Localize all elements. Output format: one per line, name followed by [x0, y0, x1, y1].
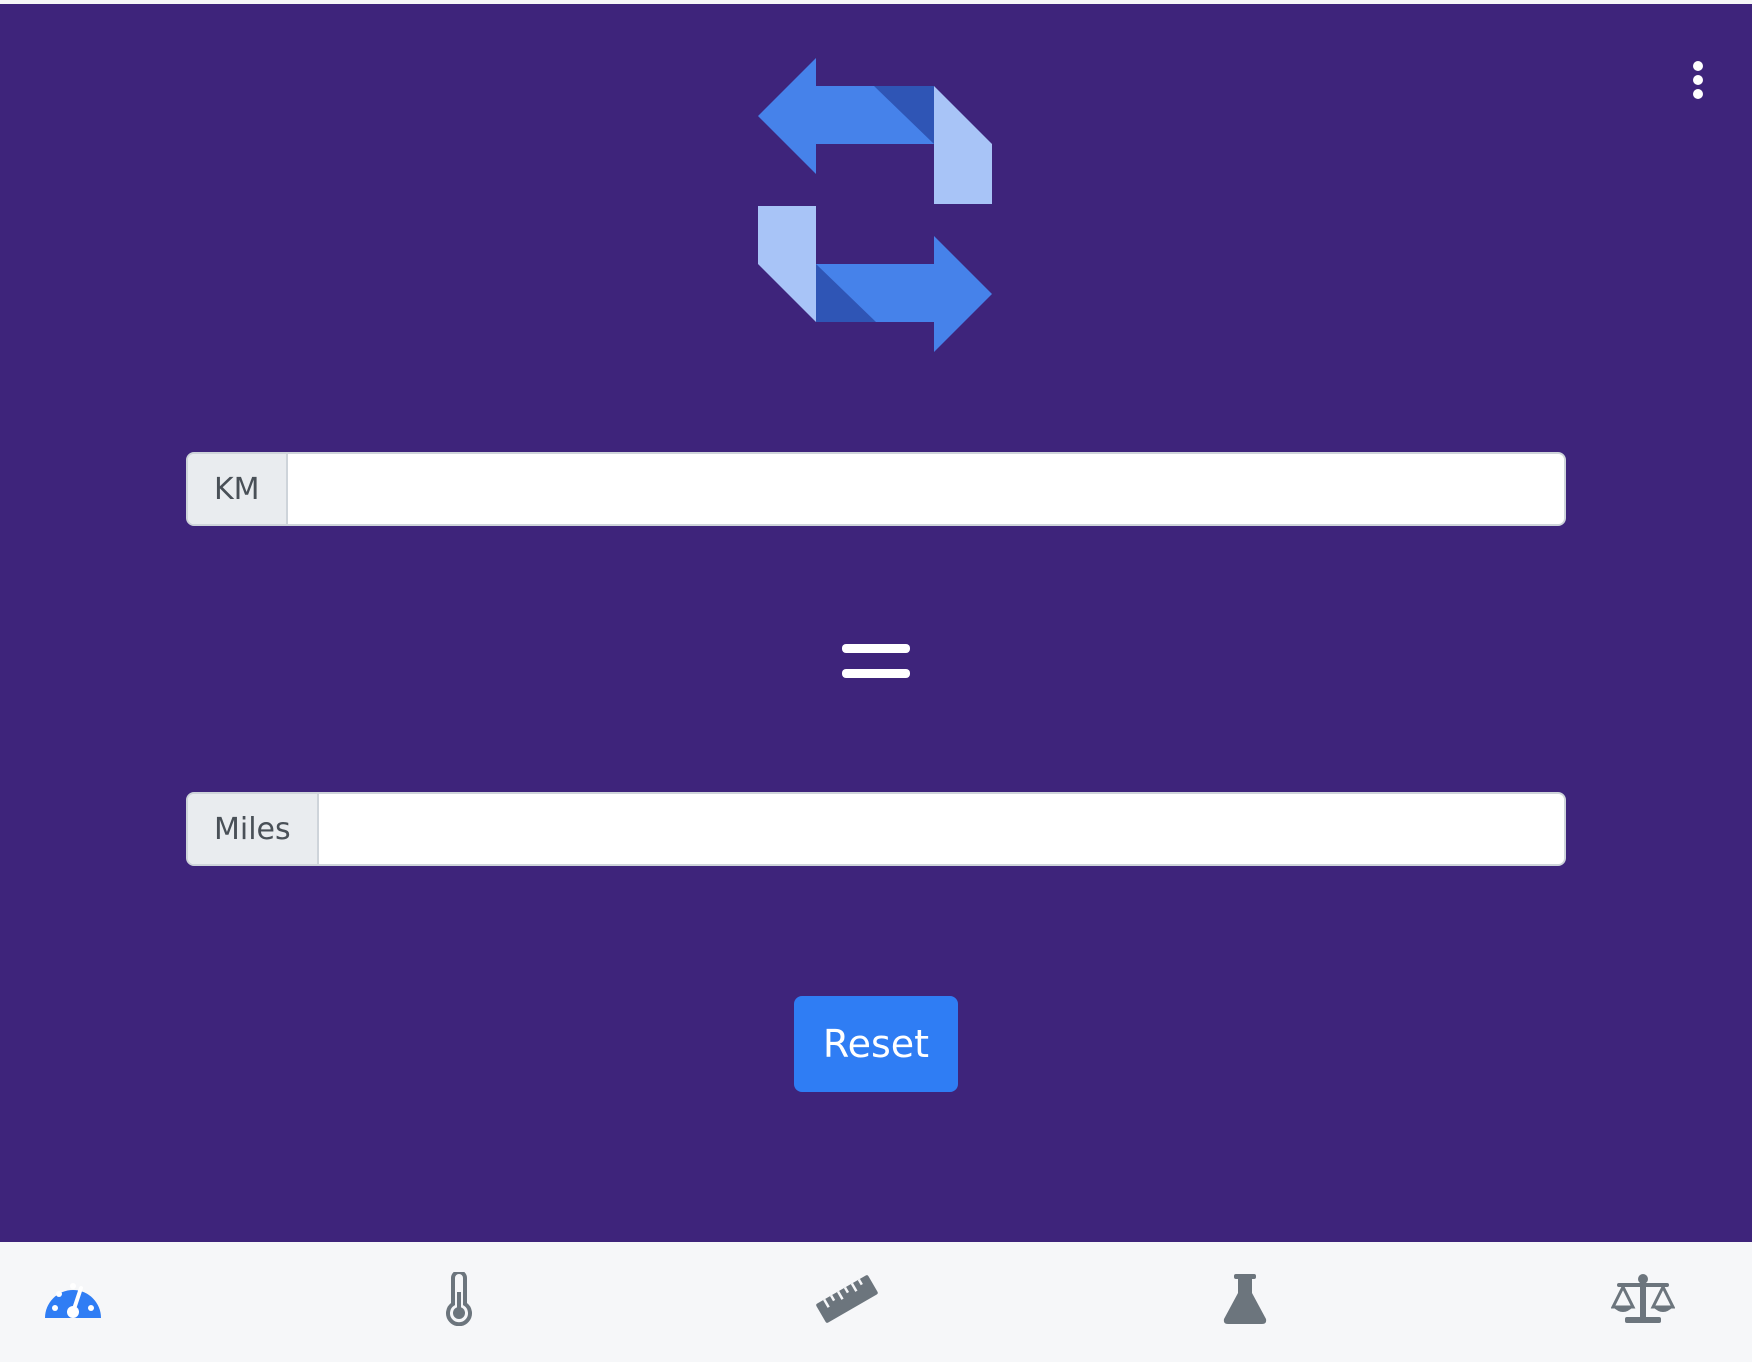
nav-weight[interactable]	[1608, 1264, 1678, 1334]
speedometer-icon	[45, 1283, 101, 1318]
thermometer-icon	[446, 1272, 472, 1326]
converter-app: KM Miles Reset	[0, 0, 1752, 1362]
km-input-group: KM	[186, 452, 1566, 526]
main-panel: KM Miles Reset	[0, 4, 1752, 1242]
reset-button[interactable]: Reset	[794, 996, 958, 1092]
nav-speed[interactable]	[38, 1264, 108, 1334]
km-input[interactable]	[287, 454, 1564, 524]
ruler-icon	[816, 1275, 878, 1323]
app-logo	[758, 58, 994, 354]
miles-input-group: Miles	[186, 792, 1566, 866]
more-vertical-icon	[1693, 61, 1703, 99]
equals-icon	[842, 642, 910, 682]
km-label: KM	[188, 454, 288, 524]
miles-label: Miles	[188, 794, 319, 864]
flask-icon	[1223, 1274, 1267, 1324]
convert-arrows-logo	[758, 58, 992, 352]
miles-input[interactable]	[318, 794, 1564, 864]
more-options-button[interactable]	[1684, 56, 1712, 104]
bottom-nav	[0, 1242, 1752, 1362]
nav-volume[interactable]	[1210, 1264, 1280, 1334]
balance-scale-icon	[1611, 1274, 1675, 1323]
nav-temperature[interactable]	[424, 1264, 494, 1334]
nav-length[interactable]	[812, 1264, 882, 1334]
